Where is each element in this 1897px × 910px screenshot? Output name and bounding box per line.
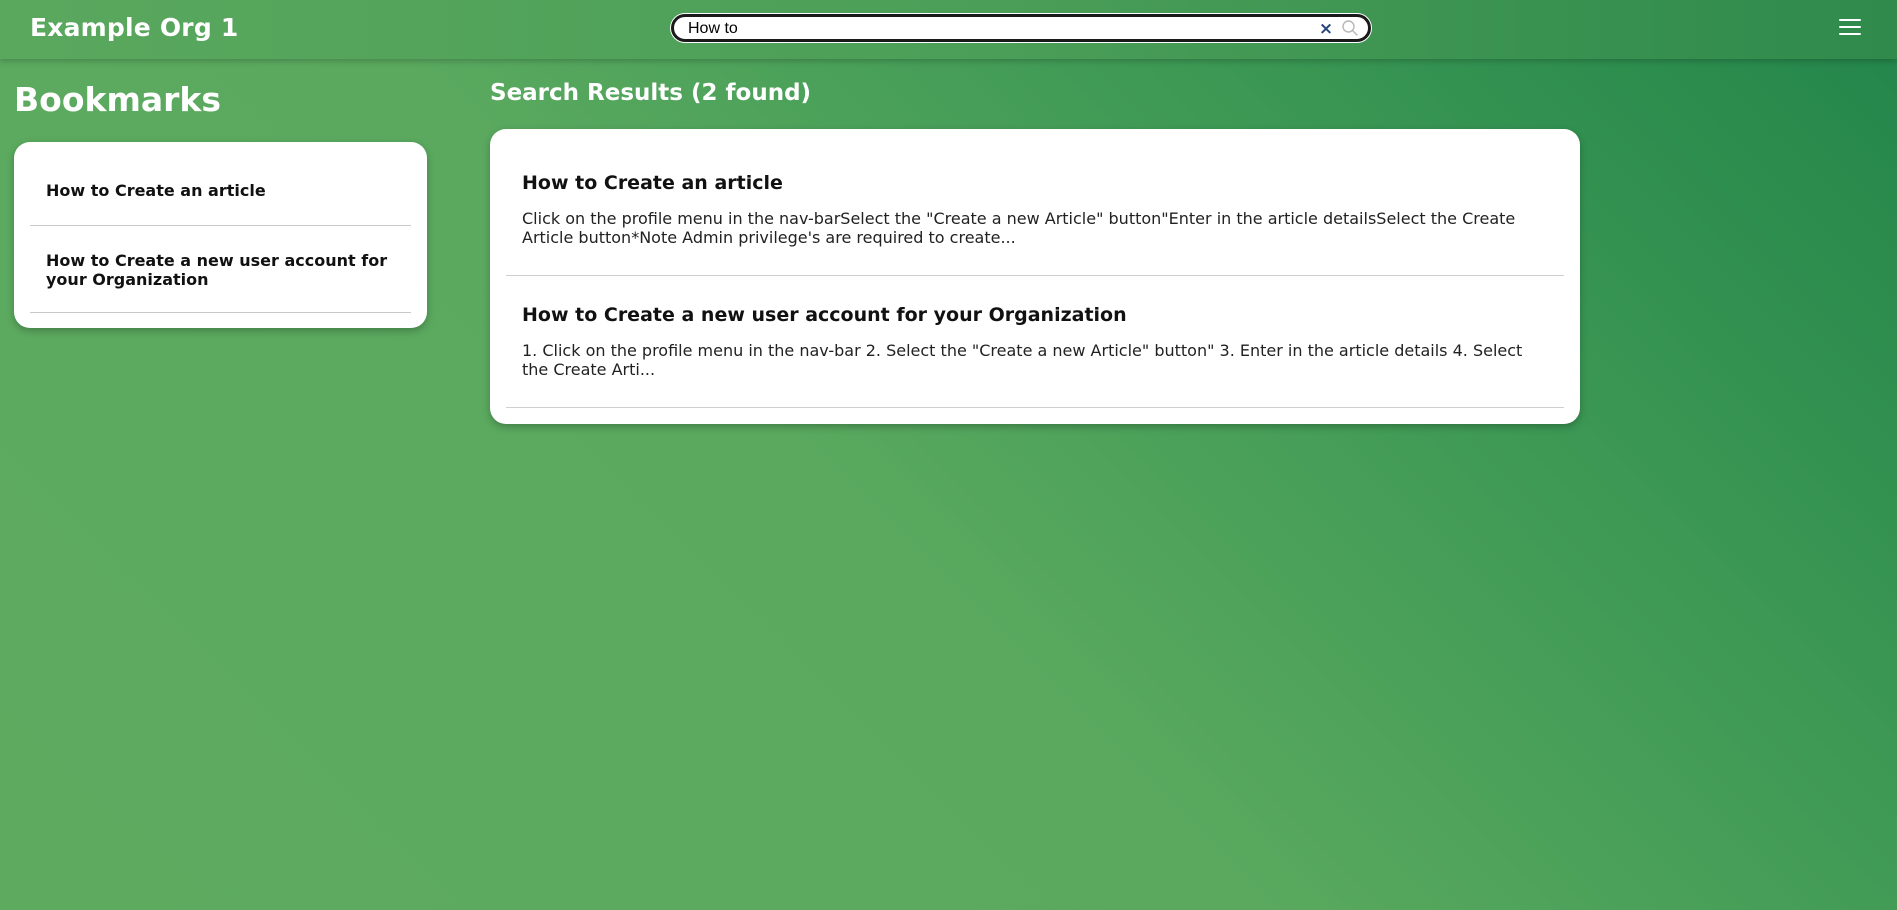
search-results-heading: Search Results (2 found)	[490, 80, 812, 106]
bookmark-item[interactable]: How to Create a new user account for you…	[30, 226, 411, 313]
close-icon[interactable]: ×	[1318, 21, 1334, 38]
search-result-snippet: Click on the profile menu in the nav-bar…	[522, 209, 1516, 247]
search-bar[interactable]: ×	[671, 14, 1371, 42]
bookmarks-list: How to Create an article How to Create a…	[14, 142, 427, 328]
bookmark-item[interactable]: How to Create an article	[30, 142, 411, 226]
search-input[interactable]	[688, 18, 1288, 40]
search-icon[interactable]	[1341, 19, 1359, 37]
search-result-snippet: 1. Click on the profile menu in the nav-…	[522, 341, 1523, 379]
org-title[interactable]: Example Org 1	[30, 13, 238, 42]
search-result-title[interactable]: How to Create a new user account for you…	[522, 303, 1548, 327]
bookmarks-heading: Bookmarks	[14, 80, 221, 119]
search-result-item[interactable]: How to Create a new user account for you…	[506, 276, 1564, 408]
search-result-item[interactable]: How to Create an article Click on the pr…	[506, 129, 1564, 276]
hamburger-menu-icon[interactable]	[1839, 18, 1861, 36]
top-navbar: Example Org 1 ×	[0, 0, 1897, 59]
search-results-list: How to Create an article Click on the pr…	[490, 129, 1580, 424]
search-result-title[interactable]: How to Create an article	[522, 171, 1548, 195]
